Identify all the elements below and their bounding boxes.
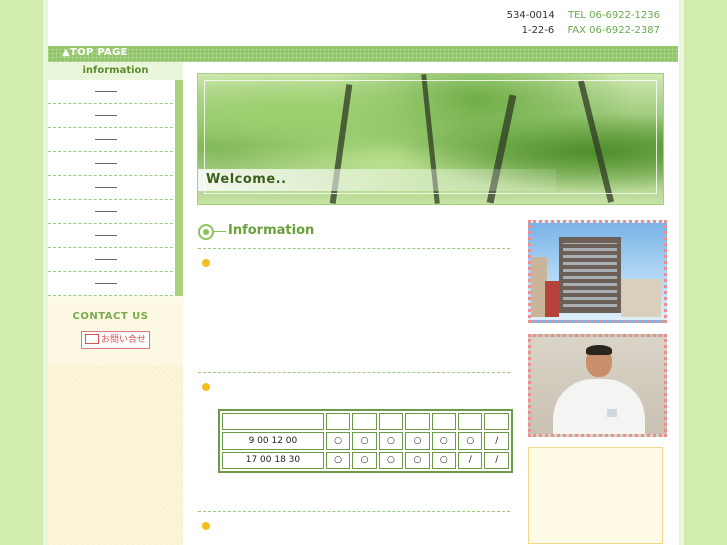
table-header-cell — [352, 413, 377, 431]
table-header-cell — [484, 413, 509, 431]
header-contact: 534-0014 TEL 06-6922-1236 1-22-6 FAX 06-… — [507, 8, 660, 38]
contact-row-fax: 1-22-6 FAX 06-6922-2387 — [507, 23, 660, 38]
sidebar-item[interactable] — [48, 80, 183, 104]
sidebar-item-label — [95, 211, 117, 212]
bullet-icon — [202, 259, 210, 267]
photo-shape — [586, 345, 612, 355]
section-title: Information — [228, 223, 315, 238]
table-row: 9 00 12 00 ○ ○ ○ ○ ○ ○ / — [222, 432, 509, 450]
page-background-left — [0, 0, 43, 545]
ring-bullet-icon — [198, 224, 214, 240]
page-edge-right — [679, 0, 684, 545]
table-cell: ○ — [405, 451, 430, 469]
sidebar-item-label — [95, 235, 117, 236]
table-header-cell — [222, 413, 324, 431]
photo-shape — [545, 281, 559, 317]
contact-row-tel: 534-0014 TEL 06-6922-1236 — [507, 8, 660, 23]
table-cell: ○ — [352, 451, 377, 469]
table-cell: / — [458, 451, 483, 469]
table-header-cell — [431, 413, 457, 431]
address: 1-22-6 — [521, 25, 555, 36]
sidebar-item[interactable] — [48, 152, 183, 176]
table-header-cell — [458, 413, 483, 431]
contact-title: CONTACT US — [72, 311, 149, 322]
table-header-row — [222, 413, 509, 431]
page-background-right — [684, 0, 727, 545]
sidebar-item[interactable] — [48, 176, 183, 200]
table-cell: ○ — [431, 451, 457, 469]
divider — [198, 372, 510, 373]
table-cell: ○ — [378, 432, 404, 450]
divider — [198, 511, 510, 512]
top-page-link[interactable]: ▲TOP PAGE — [62, 47, 128, 58]
photo-shape — [553, 379, 645, 434]
clinic-building-photo — [528, 220, 667, 323]
sidebar-menu — [48, 80, 183, 296]
heading-connector — [214, 231, 226, 232]
table-cell: ○ — [325, 432, 351, 450]
table-header-cell — [325, 413, 351, 431]
contact-button-label: お問い合せ — [100, 335, 146, 345]
phone-number: TEL 06-6922-1236 — [567, 10, 660, 21]
photo-shape — [607, 409, 617, 417]
sidebar-item-label — [95, 283, 117, 284]
photo-shape — [559, 237, 621, 313]
banner-caption: Welcome.. — [198, 169, 556, 191]
table-cell: / — [484, 432, 509, 450]
table-cell: ○ — [352, 432, 377, 450]
table-header-cell — [405, 413, 430, 431]
sidebar-item-label — [95, 91, 117, 92]
sidebar-item[interactable] — [48, 128, 183, 152]
sidebar-item[interactable] — [48, 104, 183, 128]
table-cell: ○ — [405, 432, 430, 450]
top-nav-bar: ▲TOP PAGE — [48, 46, 678, 62]
table-cell: ○ — [431, 432, 457, 450]
contact-box: CONTACT US お問い合せ — [48, 303, 183, 365]
contact-button[interactable]: お問い合せ — [81, 331, 150, 349]
sidebar-item-label — [95, 163, 117, 164]
table-row: 17 00 18 30 ○ ○ ○ ○ ○ / / — [222, 451, 509, 469]
sidebar-item-label — [95, 139, 117, 140]
postal-code: 534-0014 — [506, 10, 555, 21]
sidebar-item[interactable] — [48, 200, 183, 224]
welcome-banner: Welcome.. — [197, 73, 664, 205]
time-cell: 17 00 18 30 — [222, 451, 324, 469]
sidebar-item-label — [95, 187, 117, 188]
fax-number: FAX 06-6922-2387 — [567, 25, 660, 36]
sidebar-item[interactable] — [48, 272, 183, 296]
section-heading: Information — [198, 222, 510, 249]
bullet-icon — [202, 522, 210, 530]
table-header-cell — [378, 413, 404, 431]
table-cell: / — [484, 451, 509, 469]
doctor-photo — [528, 334, 667, 437]
table-cell: ○ — [458, 432, 483, 450]
bullet-icon — [202, 383, 210, 391]
sidebar-item[interactable] — [48, 224, 183, 248]
sidebar-item[interactable] — [48, 248, 183, 272]
mail-icon — [84, 333, 99, 344]
photo-shape — [621, 279, 661, 317]
table-cell: ○ — [325, 451, 351, 469]
sidebar: information CONTACT US お問い合せ — [48, 62, 183, 545]
time-cell: 9 00 12 00 — [222, 432, 324, 450]
sidebar-heading: information — [48, 62, 183, 80]
side-info-box — [528, 447, 663, 544]
sidebar-lower-panel — [48, 365, 183, 545]
hours-table: 9 00 12 00 ○ ○ ○ ○ ○ ○ / 17 00 18 30 ○ ○… — [218, 409, 513, 473]
sidebar-item-label — [95, 259, 117, 260]
sidebar-item-label — [95, 115, 117, 116]
table-cell: ○ — [378, 451, 404, 469]
